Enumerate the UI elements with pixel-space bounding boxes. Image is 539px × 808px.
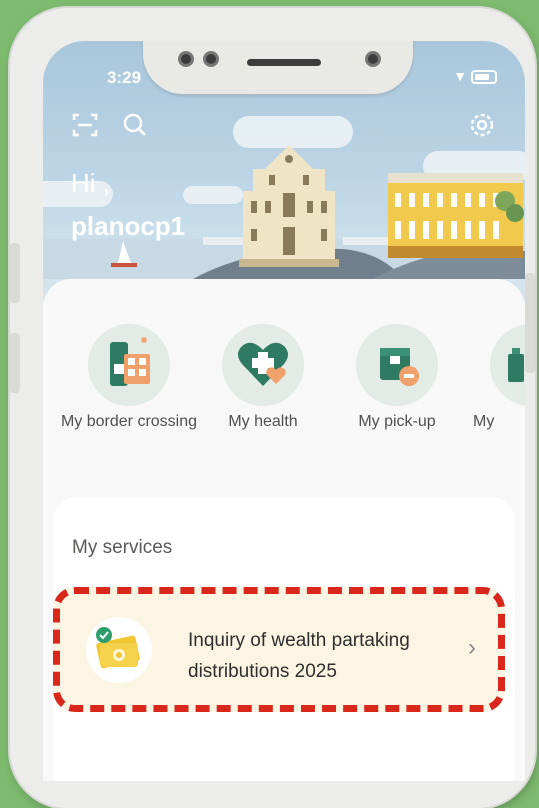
wifi-icon: ▼ (453, 68, 468, 84)
shortcut-pick-up[interactable]: My pick-up (327, 324, 467, 432)
chevron-right-icon: › (468, 634, 476, 661)
shortcut-label: My border crossing (60, 413, 198, 430)
shortcut-border-crossing[interactable]: My border crossing (59, 324, 199, 432)
more-service-icon (490, 324, 525, 406)
battery-icon (471, 70, 497, 85)
front-sensor (365, 51, 381, 67)
shortcut-label: My pick-up (358, 413, 436, 430)
main-panel: My border crossing My health My pick-up … (43, 279, 525, 781)
settings-gear-icon[interactable] (468, 111, 496, 145)
shortcut-label: My health (228, 413, 298, 430)
phone-screen: 3:29 ▼ Hi , planocp1 My border crossing … (43, 41, 525, 781)
shortcut-label: My (473, 413, 495, 430)
services-title: My services (72, 537, 173, 558)
username-text: planocp1 (71, 211, 186, 241)
service-item-wealth-partaking[interactable]: Inquiry of wealth partaking distribution… (53, 587, 505, 712)
phone-frame: 3:29 ▼ Hi , planocp1 My border crossing … (10, 8, 535, 808)
status-time: 3:29 (107, 68, 142, 87)
volume-down-button (10, 333, 20, 393)
camera-notch (143, 41, 413, 94)
power-button (525, 273, 535, 373)
earpiece-speaker (247, 59, 321, 66)
camera-lens (178, 51, 194, 67)
border-crossing-icon (88, 324, 170, 406)
search-icon[interactable] (121, 111, 149, 145)
my-services-card: My services Inquiry of wealth partaking … (53, 497, 515, 781)
camera-lens (203, 51, 219, 67)
status-icons: ▼ (453, 68, 497, 85)
service-item-label: Inquiry of wealth partaking distribution… (188, 630, 410, 682)
greeting-text: Hi , (71, 168, 110, 198)
pickup-box-icon (356, 324, 438, 406)
scan-icon[interactable] (71, 111, 99, 145)
wealth-money-icon (86, 617, 152, 683)
shortcut-more[interactable]: My (461, 324, 525, 432)
volume-up-button (10, 243, 20, 303)
health-heart-icon (222, 324, 304, 406)
shortcut-health[interactable]: My health (193, 324, 333, 432)
